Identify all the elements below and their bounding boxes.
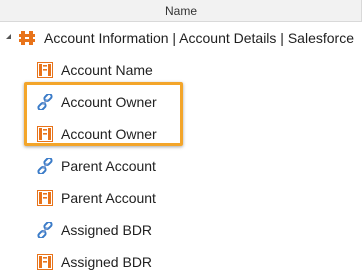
component-icon bbox=[19, 30, 35, 46]
column-header-name[interactable]: Name bbox=[0, 4, 362, 18]
tree-root-row[interactable]: Account Information | Account Details | … bbox=[0, 22, 362, 54]
link-icon bbox=[37, 220, 53, 240]
tree-item-label: Account Name bbox=[61, 62, 153, 78]
field-text-icon bbox=[37, 62, 53, 78]
tree-item-label: Parent Account bbox=[61, 158, 156, 174]
tree-item-parent-account-field[interactable]: Parent Account bbox=[0, 182, 362, 214]
tree-root-label: Account Information | Account Details | … bbox=[44, 30, 354, 46]
tree-item-assigned-bdr-link[interactable]: Assigned BDR bbox=[0, 214, 362, 246]
field-text-icon bbox=[37, 190, 53, 206]
tree-item-assigned-bdr-field[interactable]: Assigned BDR bbox=[0, 246, 362, 278]
field-text-icon bbox=[37, 254, 53, 270]
highlight-annotation-box bbox=[24, 82, 183, 146]
expand-collapse-icon[interactable] bbox=[6, 34, 11, 39]
tree-item-label: Assigned BDR bbox=[61, 254, 153, 270]
tree-item-label: Parent Account bbox=[61, 190, 156, 206]
tree-item-label: Assigned BDR bbox=[61, 222, 153, 238]
tree-item-parent-account-link[interactable]: Parent Account bbox=[0, 150, 362, 182]
link-icon bbox=[37, 156, 53, 176]
column-header[interactable]: Name bbox=[0, 0, 362, 22]
